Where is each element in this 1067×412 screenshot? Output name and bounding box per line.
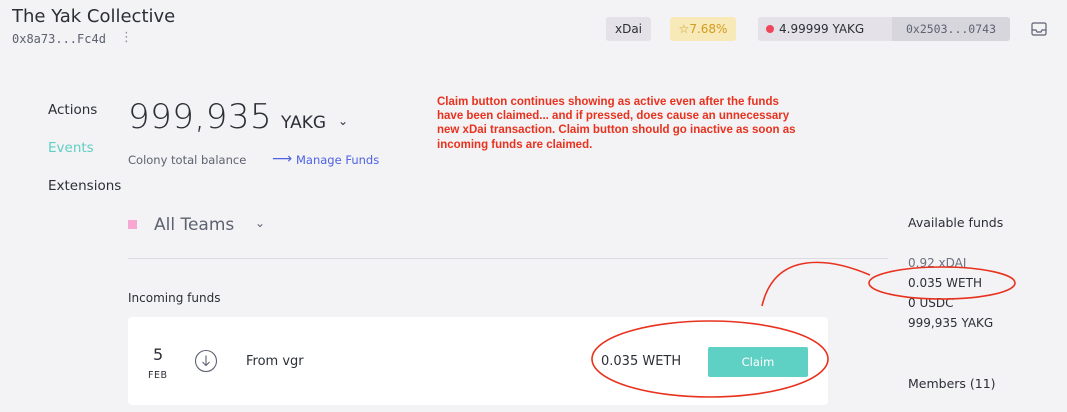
nav-item-events[interactable]: Events — [48, 140, 94, 156]
transfer-amount: 0.035 WETH — [601, 354, 682, 369]
reputation-value: 7.68% — [689, 22, 728, 36]
colony-name: The Yak Collective — [12, 6, 176, 27]
arrow-down-circle-icon — [194, 349, 218, 373]
balance-token-select[interactable]: YAKG — [281, 113, 326, 133]
wallet-balance: 4.99999 YAKG — [779, 22, 865, 36]
incoming-funds-heading: Incoming funds — [128, 291, 221, 305]
star-icon: ☆ — [678, 22, 690, 36]
available-fund-item: 0.035 WETH — [908, 276, 982, 290]
colony-address[interactable]: 0x8a73...Fc4d — [12, 32, 106, 46]
available-fund-item: 0 USDC — [908, 296, 954, 310]
bug-annotation: Claim button continues showing as active… — [437, 96, 796, 151]
total-balance-label: Colony total balance — [128, 153, 247, 167]
nav-item-extensions[interactable]: Extensions — [48, 178, 121, 194]
transfer-sender: From vgr — [246, 354, 304, 369]
connector-curve — [761, 261, 871, 307]
transfer-day: 5 — [153, 345, 164, 364]
arrow-right-icon: ⟶ — [272, 151, 293, 167]
chevron-down-icon[interactable]: ⌄ — [255, 216, 265, 230]
manage-funds-link[interactable]: Manage Funds — [296, 153, 379, 167]
inbox-icon[interactable] — [1031, 22, 1047, 36]
address-menu-icon[interactable]: ⋮ — [120, 30, 133, 45]
wallet-pill[interactable]: 4.99999 YAKG 0x2503...0743 — [758, 17, 1010, 41]
divider — [128, 258, 888, 259]
available-funds-heading: Available funds — [908, 215, 1004, 230]
nav-item-actions[interactable]: Actions — [48, 102, 97, 118]
reputation-badge[interactable]: ☆7.68% — [670, 17, 736, 41]
wallet-address[interactable]: 0x2503...0743 — [892, 17, 1010, 41]
available-fund-item: 0.92 xDAI — [908, 256, 967, 270]
chevron-down-icon[interactable]: ⌄ — [338, 114, 348, 128]
total-balance-amount: 999,935 — [128, 97, 273, 137]
available-fund-item: 999,935 YAKG — [908, 316, 994, 330]
team-select[interactable]: All Teams — [154, 215, 234, 235]
transfer-month: FEB — [148, 370, 168, 381]
claim-button[interactable]: Claim — [708, 347, 808, 377]
team-color-icon — [128, 220, 137, 229]
status-dot-icon — [766, 24, 774, 33]
members-heading: Members (11) — [908, 376, 996, 391]
network-badge: xDai — [606, 17, 651, 41]
